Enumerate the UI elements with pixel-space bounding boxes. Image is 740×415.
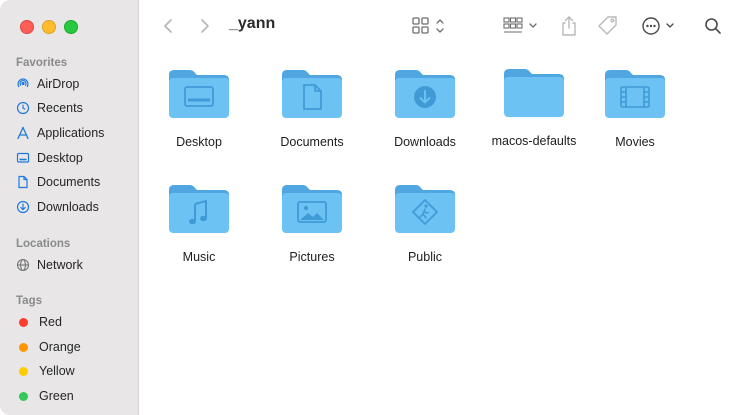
group-grid-icon — [503, 17, 523, 33]
minimize-button[interactable] — [42, 20, 56, 34]
view-mode-button[interactable] — [410, 15, 450, 37]
sidebar-item-label: Downloads — [37, 200, 99, 214]
desktop-icon — [16, 151, 30, 165]
sidebar-item-tag-orange[interactable]: Orange — [16, 337, 81, 357]
tag-dot-icon — [19, 317, 28, 327]
sidebar-item-tag-green[interactable]: Green — [16, 386, 74, 406]
sidebar-item-downloads[interactable]: Downloads — [16, 197, 99, 217]
zoom-button[interactable] — [64, 20, 78, 34]
sidebar-item-label: Desktop — [37, 151, 83, 165]
folder-icon — [395, 70, 455, 118]
chevron-left-icon — [164, 19, 172, 33]
folder-item-desktop[interactable]: Desktop — [144, 67, 254, 149]
folder-icon — [605, 70, 665, 118]
folder-icon — [504, 69, 564, 117]
folder-item-music[interactable]: Music — [144, 182, 254, 264]
folder-icon — [395, 185, 455, 233]
download-glyph-icon — [414, 86, 436, 108]
sidebar-item-label: Applications — [37, 126, 105, 140]
finder-window: Favorites AirDrop Recents Applications D… — [0, 0, 740, 415]
window-title: _yann — [229, 15, 276, 32]
close-button[interactable] — [20, 20, 34, 34]
sidebar-item-label: Recents — [37, 101, 83, 115]
locations-section-title: Locations — [16, 238, 71, 250]
folder-label: Downloads — [394, 135, 456, 149]
sidebar-item-network[interactable]: Network — [16, 255, 83, 275]
folder-item-documents[interactable]: Documents — [257, 67, 367, 149]
folder-label: Music — [182, 250, 216, 264]
sidebar-item-desktop[interactable]: Desktop — [16, 148, 83, 168]
tag-dot-icon — [19, 366, 28, 376]
folder-icon — [282, 185, 342, 233]
tag-dot-icon — [19, 391, 28, 401]
chevron-down-icon — [529, 23, 537, 28]
folder-label: Desktop — [176, 135, 222, 149]
folder-label: Pictures — [289, 250, 335, 264]
sidebar-item-label: Red — [39, 315, 62, 329]
sidebar-item-airdrop[interactable]: AirDrop — [16, 74, 79, 94]
folder-label: macos-defaults — [491, 134, 577, 148]
folder-item-public[interactable]: Public — [370, 182, 480, 264]
icon-grid-icon — [412, 17, 429, 34]
sidebar-item-applications[interactable]: Applications — [16, 123, 104, 143]
search-button[interactable] — [702, 15, 724, 37]
ellipsis-circle-icon — [642, 17, 660, 35]
sidebar-item-tag-yellow[interactable]: Yellow — [16, 361, 75, 381]
globe-icon — [16, 258, 30, 272]
tag-icon — [598, 16, 617, 35]
folder-label: Public — [407, 250, 443, 264]
share-icon — [562, 16, 576, 36]
folder-label: Documents — [280, 135, 344, 149]
sidebar-item-label: AirDrop — [37, 77, 80, 91]
favorites-section-title: Favorites — [16, 57, 68, 69]
sidebar-item-label: Network — [37, 258, 83, 272]
chevron-down-icon — [666, 23, 674, 28]
group-button[interactable] — [502, 15, 542, 37]
more-actions-button[interactable] — [640, 15, 680, 37]
folder-icon — [282, 70, 342, 118]
folder-icon — [169, 185, 229, 233]
traffic-lights — [20, 20, 78, 34]
folder-label: Movies — [615, 135, 655, 149]
forward-button[interactable] — [195, 16, 215, 36]
back-button[interactable] — [158, 16, 178, 36]
sidebar-item-label: Yellow — [39, 364, 75, 378]
sidebar: Favorites AirDrop Recents Applications D… — [0, 0, 139, 415]
folder-item-pictures[interactable]: Pictures — [257, 182, 367, 264]
sidebar-item-label: Green — [39, 389, 74, 403]
sidebar-item-documents[interactable]: Documents — [16, 172, 100, 192]
search-icon — [705, 18, 721, 34]
document-icon — [16, 175, 30, 189]
tag-button[interactable] — [596, 14, 620, 38]
sidebar-item-recents[interactable]: Recents — [16, 98, 83, 118]
chevron-updown-icon — [436, 19, 444, 33]
folder-item-downloads[interactable]: Downloads — [370, 67, 480, 149]
airdrop-icon — [16, 77, 30, 91]
tag-dot-icon — [19, 342, 28, 352]
sidebar-item-label: Documents — [37, 175, 101, 189]
sidebar-item-label: Orange — [39, 340, 81, 354]
download-icon — [16, 200, 30, 214]
folder-icon — [169, 70, 229, 118]
chevron-right-icon — [201, 19, 209, 33]
applications-icon — [16, 126, 30, 140]
sidebar-item-tag-red[interactable]: Red — [16, 312, 62, 332]
share-button[interactable] — [558, 13, 580, 39]
folder-item-movies[interactable]: Movies — [580, 67, 690, 149]
clock-icon — [16, 101, 30, 115]
tags-section-title: Tags — [16, 295, 42, 307]
folder-item-macos-defaults[interactable]: macos-defaults — [479, 66, 589, 148]
